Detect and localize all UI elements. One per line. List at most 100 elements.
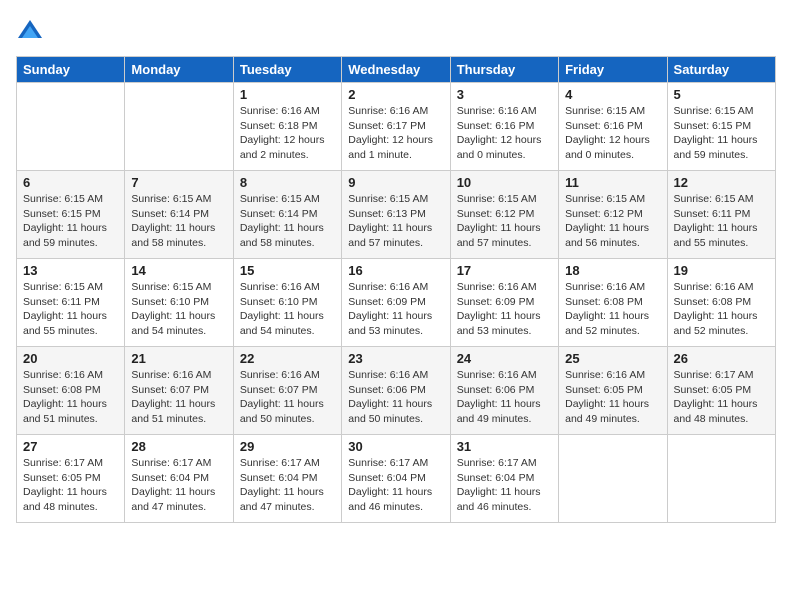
- day-info: Sunrise: 6:17 AM Sunset: 6:04 PM Dayligh…: [131, 456, 226, 515]
- day-info: Sunrise: 6:16 AM Sunset: 6:07 PM Dayligh…: [131, 368, 226, 427]
- logo: [16, 16, 48, 44]
- day-number: 22: [240, 351, 335, 366]
- calendar-cell: [667, 435, 775, 523]
- header-tuesday: Tuesday: [233, 57, 341, 83]
- calendar-cell: 25 Sunrise: 6:16 AM Sunset: 6:05 PM Dayli…: [559, 347, 667, 435]
- header-wednesday: Wednesday: [342, 57, 450, 83]
- day-info: Sunrise: 6:15 AM Sunset: 6:11 PM Dayligh…: [674, 192, 769, 251]
- day-number: 27: [23, 439, 118, 454]
- day-number: 4: [565, 87, 660, 102]
- calendar-cell: 28 Sunrise: 6:17 AM Sunset: 6:04 PM Dayli…: [125, 435, 233, 523]
- day-number: 7: [131, 175, 226, 190]
- calendar-cell: 27Sunrise: 6:17 AM Sunset: 6:05 PM Dayli…: [17, 435, 125, 523]
- calendar-cell: 29 Sunrise: 6:17 AM Sunset: 6:04 PM Dayli…: [233, 435, 341, 523]
- calendar-cell: 9 Sunrise: 6:15 AM Sunset: 6:13 PM Daylig…: [342, 171, 450, 259]
- calendar-cell: 17 Sunrise: 6:16 AM Sunset: 6:09 PM Dayli…: [450, 259, 558, 347]
- day-info: Sunrise: 6:16 AM Sunset: 6:10 PM Dayligh…: [240, 280, 335, 339]
- day-info: Sunrise: 6:16 AM Sunset: 6:16 PM Dayligh…: [457, 104, 552, 163]
- calendar-week-5: 27Sunrise: 6:17 AM Sunset: 6:05 PM Dayli…: [17, 435, 776, 523]
- calendar-cell: 16 Sunrise: 6:16 AM Sunset: 6:09 PM Dayli…: [342, 259, 450, 347]
- day-info: Sunrise: 6:17 AM Sunset: 6:04 PM Dayligh…: [348, 456, 443, 515]
- header-saturday: Saturday: [667, 57, 775, 83]
- day-info: Sunrise: 6:16 AM Sunset: 6:08 PM Dayligh…: [674, 280, 769, 339]
- day-number: 2: [348, 87, 443, 102]
- day-number: 25: [565, 351, 660, 366]
- day-number: 6: [23, 175, 118, 190]
- day-info: Sunrise: 6:16 AM Sunset: 6:09 PM Dayligh…: [457, 280, 552, 339]
- calendar-cell: 2Sunrise: 6:16 AM Sunset: 6:17 PM Daylig…: [342, 83, 450, 171]
- day-number: 24: [457, 351, 552, 366]
- day-info: Sunrise: 6:16 AM Sunset: 6:05 PM Dayligh…: [565, 368, 660, 427]
- day-number: 28: [131, 439, 226, 454]
- header-friday: Friday: [559, 57, 667, 83]
- day-number: 14: [131, 263, 226, 278]
- calendar-cell: 21 Sunrise: 6:16 AM Sunset: 6:07 PM Dayli…: [125, 347, 233, 435]
- calendar-week-3: 13Sunrise: 6:15 AM Sunset: 6:11 PM Dayli…: [17, 259, 776, 347]
- calendar-cell: 30 Sunrise: 6:17 AM Sunset: 6:04 PM Dayli…: [342, 435, 450, 523]
- calendar-table: SundayMondayTuesdayWednesdayThursdayFrid…: [16, 56, 776, 523]
- day-number: 20: [23, 351, 118, 366]
- day-info: Sunrise: 6:17 AM Sunset: 6:04 PM Dayligh…: [240, 456, 335, 515]
- header-thursday: Thursday: [450, 57, 558, 83]
- day-number: 30: [348, 439, 443, 454]
- header-sunday: Sunday: [17, 57, 125, 83]
- calendar-body: 1 Sunrise: 6:16 AM Sunset: 6:18 PM Daylig…: [17, 83, 776, 523]
- calendar-week-2: 6 Sunrise: 6:15 AM Sunset: 6:15 PM Daylig…: [17, 171, 776, 259]
- calendar-cell: 6 Sunrise: 6:15 AM Sunset: 6:15 PM Daylig…: [17, 171, 125, 259]
- day-info: Sunrise: 6:15 AM Sunset: 6:10 PM Dayligh…: [131, 280, 226, 339]
- day-number: 23: [348, 351, 443, 366]
- day-number: 21: [131, 351, 226, 366]
- day-number: 16: [348, 263, 443, 278]
- day-number: 13: [23, 263, 118, 278]
- day-number: 8: [240, 175, 335, 190]
- day-number: 31: [457, 439, 552, 454]
- day-info: Sunrise: 6:17 AM Sunset: 6:05 PM Dayligh…: [674, 368, 769, 427]
- day-info: Sunrise: 6:15 AM Sunset: 6:15 PM Dayligh…: [674, 104, 769, 163]
- page-header: [16, 16, 776, 44]
- day-number: 19: [674, 263, 769, 278]
- day-number: 10: [457, 175, 552, 190]
- day-info: Sunrise: 6:15 AM Sunset: 6:13 PM Dayligh…: [348, 192, 443, 251]
- day-info: Sunrise: 6:15 AM Sunset: 6:15 PM Dayligh…: [23, 192, 118, 251]
- day-number: 1: [240, 87, 335, 102]
- calendar-cell: 20Sunrise: 6:16 AM Sunset: 6:08 PM Dayli…: [17, 347, 125, 435]
- calendar-cell: 7 Sunrise: 6:15 AM Sunset: 6:14 PM Daylig…: [125, 171, 233, 259]
- day-info: Sunrise: 6:16 AM Sunset: 6:07 PM Dayligh…: [240, 368, 335, 427]
- day-number: 3: [457, 87, 552, 102]
- calendar-cell: 11Sunrise: 6:15 AM Sunset: 6:12 PM Dayli…: [559, 171, 667, 259]
- day-info: Sunrise: 6:16 AM Sunset: 6:09 PM Dayligh…: [348, 280, 443, 339]
- calendar-cell: 14 Sunrise: 6:15 AM Sunset: 6:10 PM Dayli…: [125, 259, 233, 347]
- calendar-cell: 23 Sunrise: 6:16 AM Sunset: 6:06 PM Dayli…: [342, 347, 450, 435]
- day-number: 29: [240, 439, 335, 454]
- day-number: 9: [348, 175, 443, 190]
- day-info: Sunrise: 6:16 AM Sunset: 6:06 PM Dayligh…: [457, 368, 552, 427]
- calendar-cell: 1 Sunrise: 6:16 AM Sunset: 6:18 PM Daylig…: [233, 83, 341, 171]
- calendar-cell: 24 Sunrise: 6:16 AM Sunset: 6:06 PM Dayli…: [450, 347, 558, 435]
- day-number: 15: [240, 263, 335, 278]
- day-info: Sunrise: 6:16 AM Sunset: 6:18 PM Dayligh…: [240, 104, 335, 163]
- calendar-cell: 5 Sunrise: 6:15 AM Sunset: 6:15 PM Daylig…: [667, 83, 775, 171]
- day-number: 5: [674, 87, 769, 102]
- calendar-cell: [17, 83, 125, 171]
- day-number: 12: [674, 175, 769, 190]
- calendar-cell: 13Sunrise: 6:15 AM Sunset: 6:11 PM Dayli…: [17, 259, 125, 347]
- calendar-cell: 8 Sunrise: 6:15 AM Sunset: 6:14 PM Daylig…: [233, 171, 341, 259]
- day-info: Sunrise: 6:16 AM Sunset: 6:06 PM Dayligh…: [348, 368, 443, 427]
- calendar-cell: 15 Sunrise: 6:16 AM Sunset: 6:10 PM Dayli…: [233, 259, 341, 347]
- calendar-cell: 10 Sunrise: 6:15 AM Sunset: 6:12 PM Dayli…: [450, 171, 558, 259]
- day-info: Sunrise: 6:17 AM Sunset: 6:04 PM Dayligh…: [457, 456, 552, 515]
- logo-icon: [16, 16, 44, 44]
- day-info: Sunrise: 6:15 AM Sunset: 6:16 PM Dayligh…: [565, 104, 660, 163]
- calendar-cell: [125, 83, 233, 171]
- day-info: Sunrise: 6:15 AM Sunset: 6:14 PM Dayligh…: [131, 192, 226, 251]
- header-monday: Monday: [125, 57, 233, 83]
- day-number: 17: [457, 263, 552, 278]
- calendar-cell: 26Sunrise: 6:17 AM Sunset: 6:05 PM Dayli…: [667, 347, 775, 435]
- day-info: Sunrise: 6:15 AM Sunset: 6:14 PM Dayligh…: [240, 192, 335, 251]
- calendar-cell: 31 Sunrise: 6:17 AM Sunset: 6:04 PM Dayli…: [450, 435, 558, 523]
- day-info: Sunrise: 6:16 AM Sunset: 6:08 PM Dayligh…: [565, 280, 660, 339]
- calendar-cell: 3 Sunrise: 6:16 AM Sunset: 6:16 PM Daylig…: [450, 83, 558, 171]
- day-info: Sunrise: 6:15 AM Sunset: 6:12 PM Dayligh…: [457, 192, 552, 251]
- calendar-cell: 22 Sunrise: 6:16 AM Sunset: 6:07 PM Dayli…: [233, 347, 341, 435]
- calendar-week-4: 20Sunrise: 6:16 AM Sunset: 6:08 PM Dayli…: [17, 347, 776, 435]
